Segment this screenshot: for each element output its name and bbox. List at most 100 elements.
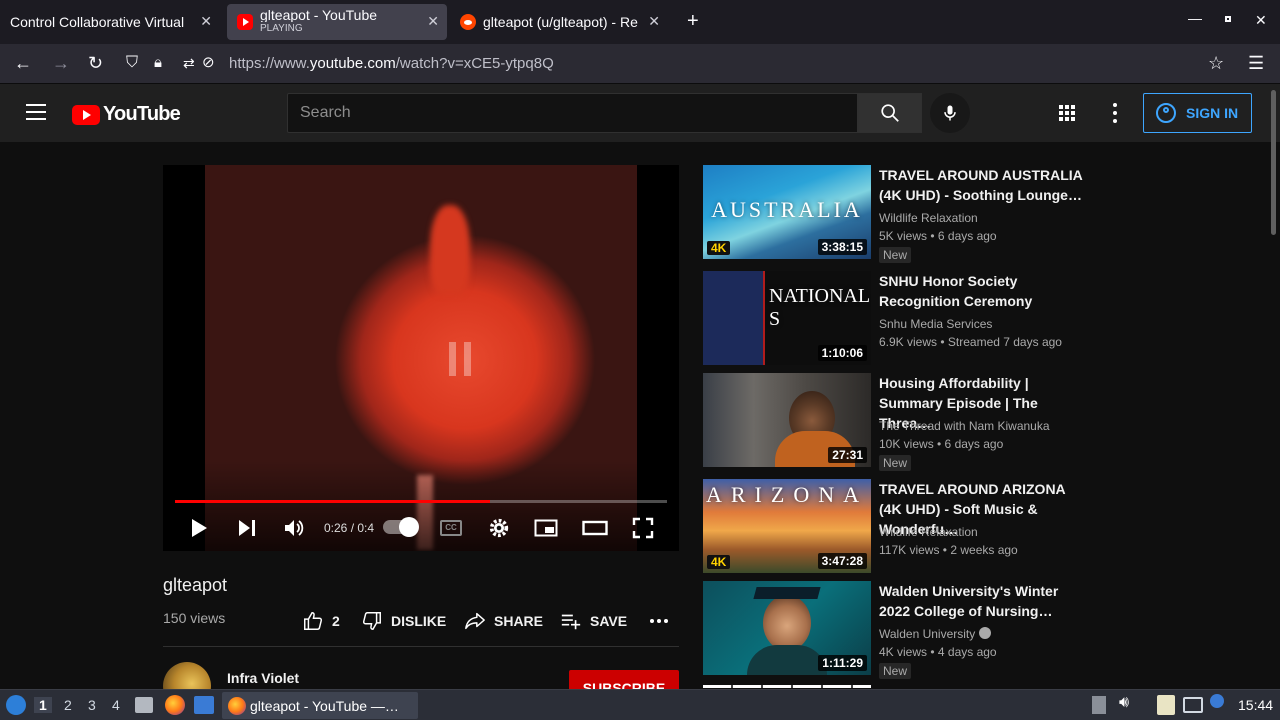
video-thumbnail[interactable]: ARIZONA 4K 3:47:28 xyxy=(703,479,871,573)
recommendation-title[interactable]: TRAVEL AROUND AUSTRALIA (4K UHD) - Sooth… xyxy=(879,165,1084,205)
save-button[interactable]: SAVE xyxy=(560,610,627,632)
bookmark-star-icon[interactable]: ☆ xyxy=(1208,53,1224,73)
taskbar-window-button[interactable]: glteapot - YouTube —… xyxy=(222,692,418,719)
playlist-add-icon xyxy=(561,614,581,630)
tab-label: Control Collaborative Virtual xyxy=(10,14,185,30)
maximize-icon[interactable] xyxy=(1225,16,1231,22)
recommendation-channel[interactable]: Wildlife Relaxation xyxy=(879,525,978,539)
video-thumbnail[interactable]: AUSTRALIA 4K 3:38:15 xyxy=(703,165,871,259)
guide-menu-icon[interactable] xyxy=(26,104,46,120)
new-tab-plus-icon[interactable]: + xyxy=(687,10,699,33)
url-bar[interactable]: https://www.youtube.com/watch?v=xCE5-ytp… xyxy=(229,55,554,72)
os-taskbar: 1 2 3 4 glteapot - YouTube —… 🔊︎ 15:44 xyxy=(0,689,1280,720)
play-icon[interactable] xyxy=(189,517,209,539)
terminal-icon[interactable] xyxy=(194,696,214,714)
reload-icon[interactable]: ↻ xyxy=(88,53,103,73)
youtube-logo[interactable]: YouTube xyxy=(72,103,181,126)
microphone-icon xyxy=(944,105,956,121)
recommendation-item[interactable]: 27:31 Housing Affordability | Summary Ep… xyxy=(703,373,1093,473)
video-thumbnail[interactable]: 27:31 xyxy=(703,373,871,467)
workspace-4[interactable]: 4 xyxy=(112,697,120,713)
next-icon[interactable] xyxy=(237,517,257,539)
divider xyxy=(163,646,679,647)
file-manager-icon[interactable] xyxy=(135,697,153,713)
workspace-2[interactable]: 2 xyxy=(64,697,72,713)
autoplay-blocked-icon[interactable]: ⊘ xyxy=(202,53,215,73)
hamburger-menu-icon[interactable]: ☰ xyxy=(1248,53,1264,73)
recommendation-channel[interactable]: Wildlife Relaxation xyxy=(879,211,978,225)
workspace-3[interactable]: 3 xyxy=(88,697,96,713)
view-count: 150 views xyxy=(163,610,226,626)
clock: 15:44 xyxy=(1238,697,1274,713)
tab-reddit[interactable]: glteapot (u/glteapot) - Re ✕ xyxy=(452,4,668,40)
shield-icon[interactable]: ⛉ xyxy=(126,53,138,73)
firefox-icon[interactable] xyxy=(165,695,185,715)
settings-more-icon[interactable] xyxy=(1113,103,1117,123)
time-display: 0:26 / 0:4 xyxy=(324,521,375,535)
clipboard-icon[interactable] xyxy=(1157,695,1175,715)
close-icon[interactable]: ✕ xyxy=(648,13,660,30)
display-icon[interactable] xyxy=(1183,697,1203,713)
thumbnail-text: AUSTRALIA xyxy=(711,197,863,222)
search-input[interactable] xyxy=(288,94,857,132)
forward-arrow-icon[interactable]: → xyxy=(52,53,70,73)
share-arrow-icon xyxy=(465,612,485,630)
video-player[interactable]: 0:26 / 0:4 CC xyxy=(163,165,679,551)
more-actions-icon[interactable] xyxy=(650,619,668,623)
notification-icon[interactable] xyxy=(1210,694,1224,708)
recommendation-title[interactable]: SNHU Honor Society Recognition Ceremony xyxy=(879,271,1084,311)
progress-bar[interactable] xyxy=(175,500,667,503)
close-window-icon[interactable]: ✕ xyxy=(1255,12,1267,29)
permissions-icon[interactable]: ⇄ xyxy=(183,53,195,73)
close-icon[interactable]: ✕ xyxy=(200,13,212,30)
video-thumbnail[interactable]: NATIONAL S 1:10:06 xyxy=(703,271,871,365)
recommendation-channel[interactable]: The Thread with Nam Kiwanuka xyxy=(879,419,1050,433)
settings-gear-icon[interactable] xyxy=(488,517,510,539)
recommendation-item[interactable]: NATIONAL S 1:10:06 SNHU Honor Society Re… xyxy=(703,271,1093,371)
share-button[interactable]: SHARE xyxy=(464,610,543,632)
tab-playing-label: PLAYING xyxy=(260,23,303,34)
tab-label: glteapot - YouTube xyxy=(260,8,378,22)
recommendation-meta: 4K views • 4 days ago xyxy=(879,645,997,659)
dislike-label: DISLIKE xyxy=(391,613,447,629)
video-duration: 1:11:29 xyxy=(818,655,867,671)
lock-icon[interactable]: 🔒︎ xyxy=(154,53,162,73)
video-duration: 3:38:15 xyxy=(817,239,867,255)
tray-arrow-icon[interactable] xyxy=(1092,696,1106,714)
like-button[interactable]: 2 xyxy=(302,610,340,632)
recommendation-item[interactable]: AUSTRALIA 4K 3:38:15 TRAVEL AROUND AUSTR… xyxy=(703,165,1093,265)
fullscreen-icon[interactable] xyxy=(632,517,654,539)
workspace-1[interactable]: 1 xyxy=(34,697,52,713)
channel-name[interactable]: Infra Violet xyxy=(227,670,299,686)
video-thumbnail[interactable]: 1:11:29 xyxy=(703,581,871,675)
recommendation-title[interactable]: Walden University's Winter 2022 College … xyxy=(879,581,1084,621)
close-icon[interactable]: ✕ xyxy=(427,13,439,30)
minimize-icon[interactable]: — xyxy=(1188,10,1202,26)
recommendation-channel[interactable]: Walden University xyxy=(879,627,992,641)
apps-grid-icon[interactable] xyxy=(1059,105,1075,121)
browser-tab-bar: Control Collaborative Virtual ✕ glteapot… xyxy=(0,0,1280,44)
page-scrollbar[interactable] xyxy=(1271,90,1276,235)
recommendation-item[interactable]: ARIZONA 4K 3:47:28 TRAVEL AROUND ARIZONA… xyxy=(703,479,1093,579)
back-arrow-icon[interactable]: ← xyxy=(14,53,32,73)
start-menu-icon[interactable] xyxy=(6,695,26,715)
autoplay-toggle[interactable] xyxy=(383,517,419,537)
graduation-cap-graphic xyxy=(753,587,821,599)
search-button[interactable] xyxy=(858,93,922,133)
new-badge: New xyxy=(879,455,912,471)
recommendation-channel[interactable]: Snhu Media Services xyxy=(879,317,992,331)
voice-search-button[interactable] xyxy=(930,93,970,133)
tab-youtube[interactable]: glteapot - YouTube PLAYING ✕ xyxy=(227,4,447,40)
thumbs-down-icon xyxy=(362,612,381,630)
volume-tray-icon[interactable]: 🔊︎ xyxy=(1119,694,1129,712)
browser-nav-bar: ← → ↻ ⛉ 🔒︎ ⇄ ⊘ https://www.youtube.com/w… xyxy=(0,44,1280,84)
video-duration: 1:10:06 xyxy=(817,345,867,361)
miniplayer-icon[interactable] xyxy=(534,517,558,539)
recommendation-item[interactable]: 1:11:29 Walden University's Winter 2022 … xyxy=(703,581,1093,681)
captions-icon[interactable]: CC xyxy=(440,520,462,536)
tab-control-collaborative[interactable]: Control Collaborative Virtual ✕ xyxy=(0,4,220,40)
sign-in-button[interactable]: SIGN IN xyxy=(1143,93,1252,133)
volume-icon[interactable] xyxy=(283,517,305,539)
theater-mode-icon[interactable] xyxy=(582,517,608,539)
dislike-button[interactable]: DISLIKE xyxy=(361,610,446,632)
